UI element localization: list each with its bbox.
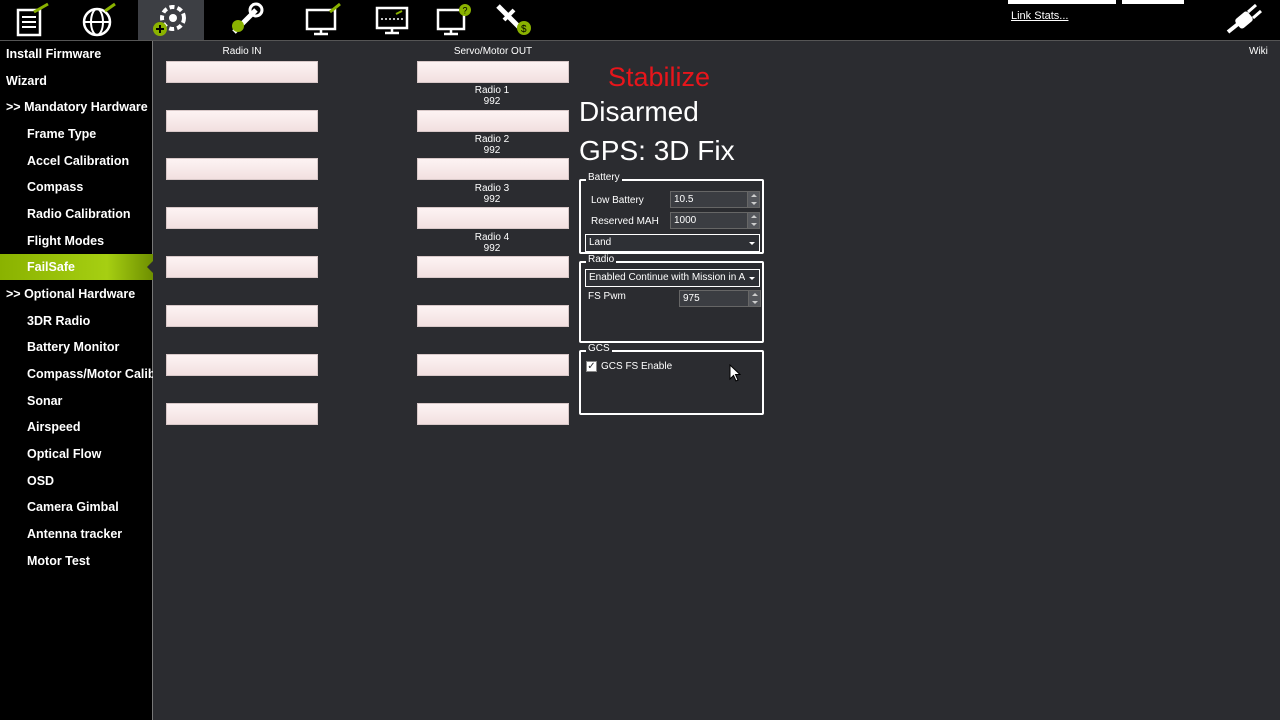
sidebar-item-optional-hardware[interactable]: >> Optional Hardware	[0, 281, 153, 307]
low-battery-input[interactable]: 10.5	[670, 191, 760, 208]
sidebar-item-failsafe[interactable]: FailSafe	[0, 254, 153, 280]
svg-text:$: $	[521, 24, 527, 35]
battery-group-title: Battery	[586, 172, 622, 183]
sidebar-item-optical-flow[interactable]: Optical Flow	[0, 441, 153, 467]
sidebar-item-battery-monitor[interactable]: Battery Monitor	[0, 334, 153, 360]
servo-out-bar	[417, 305, 569, 327]
radio-in-bar	[166, 256, 318, 278]
radio-in-bar	[166, 403, 318, 425]
sidebar-item-radio-calibration[interactable]: Radio Calibration	[0, 201, 153, 227]
sidebar-item-compass[interactable]: Compass	[0, 174, 153, 200]
port-select[interactable]	[1008, 0, 1116, 4]
setup-sidebar: Install Firmware Wizard >> Mandatory Har…	[0, 41, 153, 720]
spinner-arrows-icon[interactable]	[747, 213, 759, 228]
reserved-mah-label: Reserved MAH	[591, 216, 659, 227]
sidebar-item-airspeed[interactable]: Airspeed	[0, 414, 153, 440]
svg-text:?: ?	[463, 6, 468, 16]
servo-out-bar	[417, 110, 569, 132]
radio-in-bar	[166, 354, 318, 376]
servo-out-bar	[417, 354, 569, 376]
spinner-arrows-icon[interactable]	[748, 291, 760, 306]
wiki-link[interactable]: Wiki	[1249, 46, 1268, 57]
gcs-group-title: GCS	[586, 343, 612, 354]
connect-icon[interactable]	[1222, 2, 1268, 38]
servo-out-bar	[417, 61, 569, 83]
gcs-fs-enable-checkbox[interactable]: ✓	[586, 361, 597, 372]
sidebar-item-frame-type[interactable]: Frame Type	[0, 121, 153, 147]
sidebar-item-3dr-radio[interactable]: 3DR Radio	[0, 308, 153, 334]
config-tuning-icon[interactable]	[218, 0, 274, 40]
sidebar-item-antenna-tracker[interactable]: Antenna tracker	[0, 521, 153, 547]
top-toolbar: ? $ Link Stats...	[0, 0, 1280, 41]
sidebar-item-osd[interactable]: OSD	[0, 468, 153, 494]
mouse-cursor-icon	[729, 364, 741, 382]
chevron-down-icon[interactable]	[745, 235, 759, 251]
radio-action-select[interactable]: Enabled Continue with Mission in Au	[585, 269, 760, 287]
gps-status: GPS: 3D Fix	[579, 135, 735, 166]
radio-in-bar	[166, 110, 318, 132]
radio-in-title: Radio IN	[222, 46, 262, 57]
chevron-down-icon[interactable]	[745, 270, 759, 286]
flight-mode-status: Stabilize	[608, 62, 711, 92]
fs-pwm-input[interactable]: 975	[679, 290, 761, 307]
radio-in-bar	[166, 61, 318, 83]
servo-out-title: Servo/Motor OUT	[453, 46, 533, 57]
servo-out-bar	[417, 207, 569, 229]
help-icon[interactable]: ?	[425, 0, 481, 40]
sidebar-item-camera-gimbal[interactable]: Camera Gimbal	[0, 494, 153, 520]
arm-status: Disarmed	[579, 96, 699, 127]
servo-out-bar	[417, 403, 569, 425]
servo-out-bar	[417, 158, 569, 180]
radio-in-bar	[166, 207, 318, 229]
sidebar-item-install-firmware[interactable]: Install Firmware	[0, 41, 153, 67]
sidebar-item-compass-motor-calib[interactable]: Compass/Motor Calib	[0, 361, 153, 387]
reserved-mah-input[interactable]: 1000	[670, 212, 760, 229]
fs-pwm-label: FS Pwm	[588, 291, 626, 302]
battery-group: Battery Low Battery 10.5 Reserved MAH 10…	[579, 172, 764, 254]
servo-out-bar	[417, 256, 569, 278]
radio-in-bar	[166, 305, 318, 327]
sidebar-item-sonar[interactable]: Sonar	[0, 388, 153, 414]
sidebar-item-accel-calibration[interactable]: Accel Calibration	[0, 148, 153, 174]
radio-2-label: Radio 2 992	[474, 134, 510, 156]
terminal-icon[interactable]	[364, 0, 420, 40]
gcs-fs-enable-label[interactable]: GCS FS Enable	[601, 361, 672, 372]
sidebar-item-mandatory-hardware[interactable]: >> Mandatory Hardware	[0, 94, 153, 120]
radio-group-title: Radio	[586, 254, 617, 265]
initial-setup-icon[interactable]	[138, 0, 204, 40]
flight-data-icon[interactable]	[4, 0, 60, 40]
sidebar-item-motor-test[interactable]: Motor Test	[0, 548, 153, 574]
spinner-arrows-icon[interactable]	[747, 192, 759, 207]
radio-3-label: Radio 3 992	[474, 183, 510, 205]
sidebar-item-flight-modes[interactable]: Flight Modes	[0, 228, 153, 254]
low-battery-label: Low Battery	[591, 195, 644, 206]
radio-in-bar	[166, 158, 318, 180]
donate-icon[interactable]: $	[486, 0, 542, 40]
radio-group: Radio Enabled Continue with Mission in A…	[579, 254, 764, 343]
link-stats-link[interactable]: Link Stats...	[1011, 10, 1068, 22]
baud-select[interactable]	[1122, 0, 1184, 4]
sidebar-item-wizard[interactable]: Wizard	[0, 68, 153, 94]
gcs-group: GCS ✓ GCS FS Enable	[579, 343, 764, 415]
flight-plan-icon[interactable]	[71, 0, 127, 40]
radio-4-label: Radio 4 992	[474, 232, 510, 254]
battery-action-select[interactable]: Land	[585, 234, 760, 252]
simulation-icon[interactable]	[294, 0, 350, 40]
radio-1-label: Radio 1 992	[474, 85, 510, 107]
